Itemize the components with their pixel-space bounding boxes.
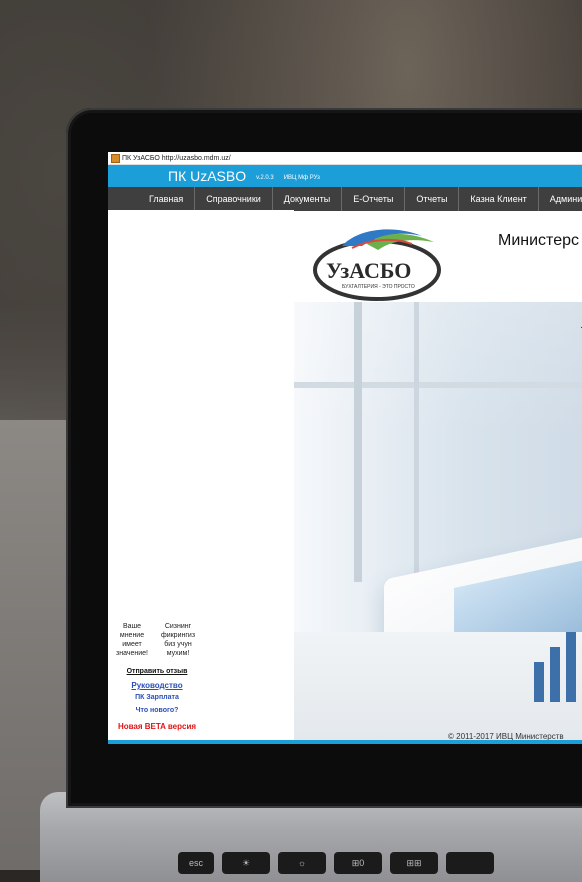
- hero-window-bar: [294, 382, 582, 388]
- keyboard-row: esc ☀ ☼ ⊞0 ⊞⊞: [178, 852, 494, 874]
- menu-item-main[interactable]: Главная: [138, 187, 194, 211]
- window-titlebar: ПК УзАСБО http://uzasbo.mdm.uz/: [108, 152, 582, 165]
- browser-screen: ПК УзАСБО http://uzasbo.mdm.uz/ ПК UzASB…: [108, 152, 582, 744]
- hero-image: [294, 302, 582, 744]
- send-feedback-link[interactable]: Отправить отзыв: [112, 668, 202, 675]
- menu-item-treasury-client[interactable]: Казна Клиент: [458, 187, 537, 211]
- key-f4: ⊞⊞: [390, 852, 438, 874]
- footer-line: [108, 740, 582, 744]
- key-f2: ☼: [278, 852, 326, 874]
- hero-chart-bar: [566, 632, 576, 702]
- app-version: v.2.0.3: [256, 175, 274, 181]
- key-f1: ☀: [222, 852, 270, 874]
- feedback-links: Отправить отзыв Руководство ПК Зарплата …: [112, 668, 202, 731]
- beta-version-link[interactable]: Новая BETA версия: [112, 722, 202, 731]
- app-org: ИВЦ Мф РУз: [283, 175, 320, 181]
- key-f3: ⊞0: [334, 852, 382, 874]
- menu-item-e-reports[interactable]: E-Отчеты: [341, 187, 404, 211]
- key-esc: esc: [178, 852, 214, 874]
- hero-chart-bar: [534, 662, 544, 702]
- app-header: ПК UzASBO v.2.0.3 ИВЦ Мф РУз: [108, 165, 582, 187]
- menu-item-reports[interactable]: Отчеты: [404, 187, 458, 211]
- hero-window-frame-2: [414, 302, 419, 602]
- hero-chart-bar: [550, 647, 560, 702]
- uzasbo-logo: УзАСБО БУХГАЛТЕРИЯ - ЭТО ПРОСТО: [313, 229, 441, 301]
- payroll-link[interactable]: ПК Зарплата: [112, 694, 202, 701]
- menu-item-documents[interactable]: Документы: [271, 187, 341, 211]
- key-f5: [446, 852, 494, 874]
- window-title: ПК УзАСБО http://uzasbo.mdm.uz/: [122, 154, 231, 162]
- menu-item-references[interactable]: Справочники: [194, 187, 272, 211]
- whats-new-link[interactable]: Что нового?: [112, 707, 202, 714]
- app-title: ПК UzASBO: [168, 168, 247, 184]
- guide-link[interactable]: Руководство: [112, 681, 202, 690]
- left-panel: [108, 210, 294, 744]
- menu-item-admin[interactable]: Администри: [537, 187, 582, 211]
- main-menu: Главная Справочники Документы E-Отчеты О…: [108, 187, 582, 211]
- hero-window-frame: [354, 302, 362, 582]
- feedback-text-uz: Сизнинг фикрингиз биз учун мухим!: [160, 623, 196, 657]
- ministry-heading: Министерс: [498, 232, 579, 249]
- logo-text: УзАСБО: [326, 258, 411, 283]
- logo-tagline: БУХГАЛТЕРИЯ - ЭТО ПРОСТО: [342, 284, 415, 290]
- app-icon: [111, 153, 120, 163]
- feedback-text-ru: Ваше мнение имеет значение!: [116, 623, 148, 657]
